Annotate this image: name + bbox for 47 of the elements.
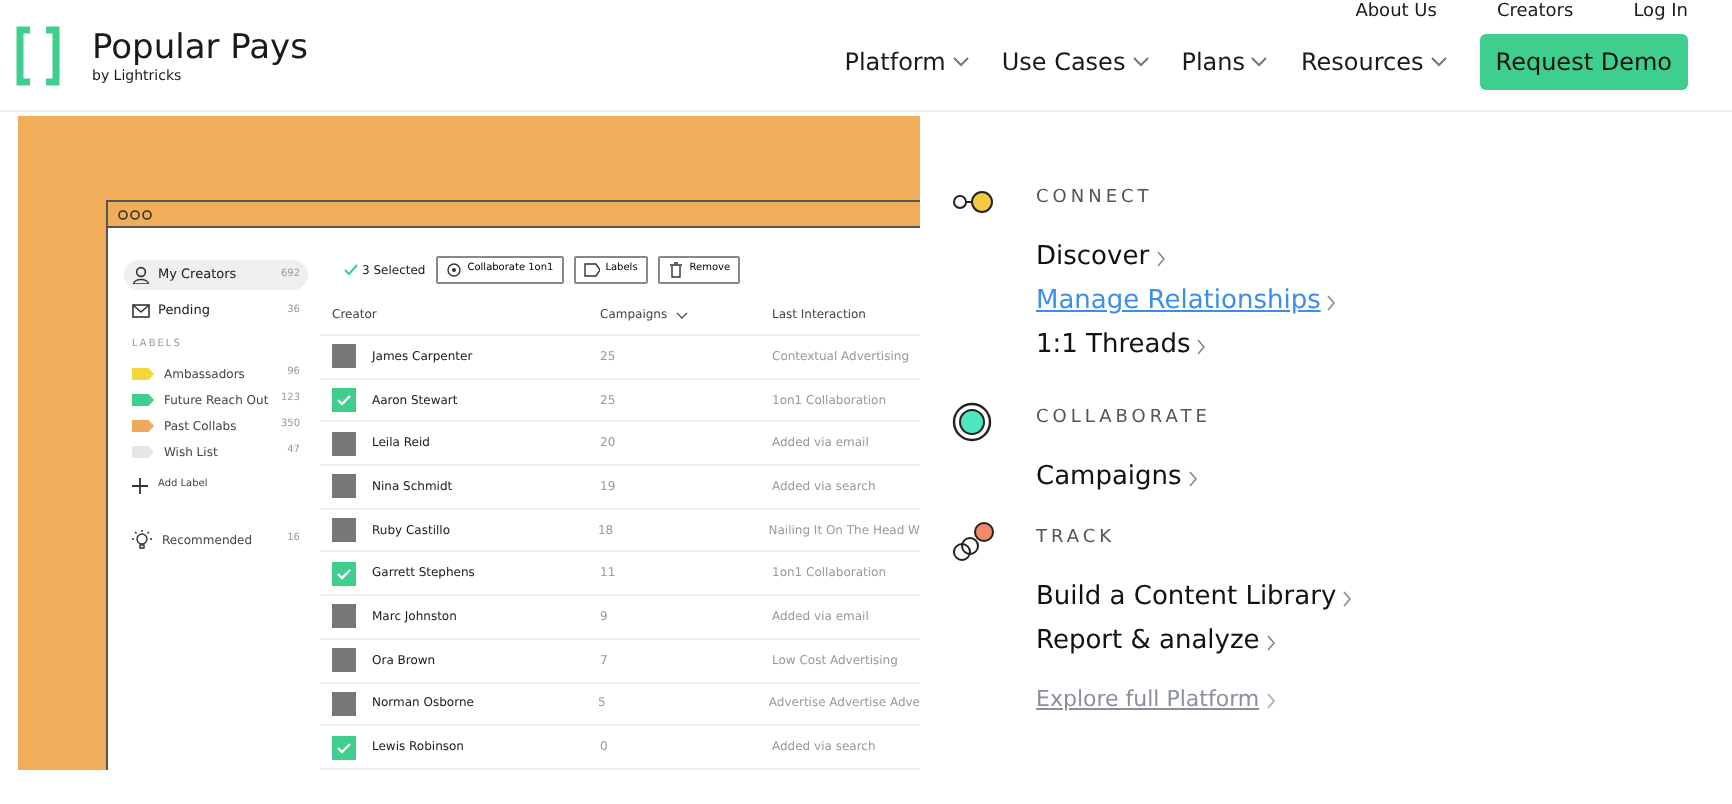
plus-icon <box>132 478 148 494</box>
menu-link[interactable]: 1:1 Threads <box>1036 324 1191 368</box>
section-heading: COLLABORATE <box>1036 406 1211 433</box>
menu-link[interactable]: Discover <box>1036 236 1150 280</box>
top-link[interactable]: Log In <box>1633 4 1688 24</box>
chevron-right-icon <box>1342 589 1353 607</box>
check-icon <box>336 567 352 580</box>
mail-icon <box>132 302 150 320</box>
nav-link[interactable]: Use Cases <box>1001 43 1126 79</box>
menu-link[interactable]: Campaigns <box>1036 456 1182 500</box>
nav-link[interactable]: Platform <box>844 43 946 79</box>
checkbox[interactable] <box>332 735 356 760</box>
window-dots-icon <box>118 209 154 219</box>
lightbulb-icon <box>132 530 152 550</box>
connect-icon <box>952 187 994 216</box>
chevron-right-icon <box>1326 293 1337 311</box>
trash-icon <box>667 262 684 278</box>
logo-icon <box>16 25 60 85</box>
section-heading: CONNECT <box>1036 186 1153 213</box>
chevron-right-icon <box>1155 249 1166 267</box>
tag-icon <box>583 262 600 278</box>
chevron-down-icon <box>1250 55 1269 67</box>
linked-circles-icon <box>952 521 994 562</box>
menu-link[interactable]: Report & analyze <box>1036 620 1260 664</box>
chevron-down-icon <box>1131 55 1150 67</box>
nav-link[interactable]: Resources <box>1300 43 1424 79</box>
chevron-down-icon <box>1429 55 1448 67</box>
checkbox[interactable] <box>332 388 356 413</box>
target-icon <box>952 401 992 442</box>
chevron-right-icon <box>1196 337 1207 355</box>
chevron-right-icon <box>1187 469 1198 487</box>
sort-caret-icon <box>675 311 688 319</box>
top-link[interactable]: About Us <box>1355 4 1437 24</box>
menu-link[interactable]: Build a Content Library <box>1036 576 1337 620</box>
nav-link[interactable]: Plans <box>1181 43 1245 79</box>
check-icon <box>336 741 352 754</box>
top-link[interactable]: Creators <box>1496 4 1574 24</box>
checkbox[interactable] <box>332 561 356 586</box>
chevron-down-icon <box>951 55 970 67</box>
chevron-right-icon <box>1265 691 1276 710</box>
chevron-right-icon <box>1265 633 1276 651</box>
person-icon <box>132 266 150 284</box>
check-icon <box>336 394 352 407</box>
request-demo-button[interactable]: Request Demo <box>1479 33 1688 89</box>
brand-name[interactable]: Popular Pays <box>92 31 308 66</box>
section-heading: TRACK <box>1036 526 1116 553</box>
check-icon <box>344 264 358 276</box>
